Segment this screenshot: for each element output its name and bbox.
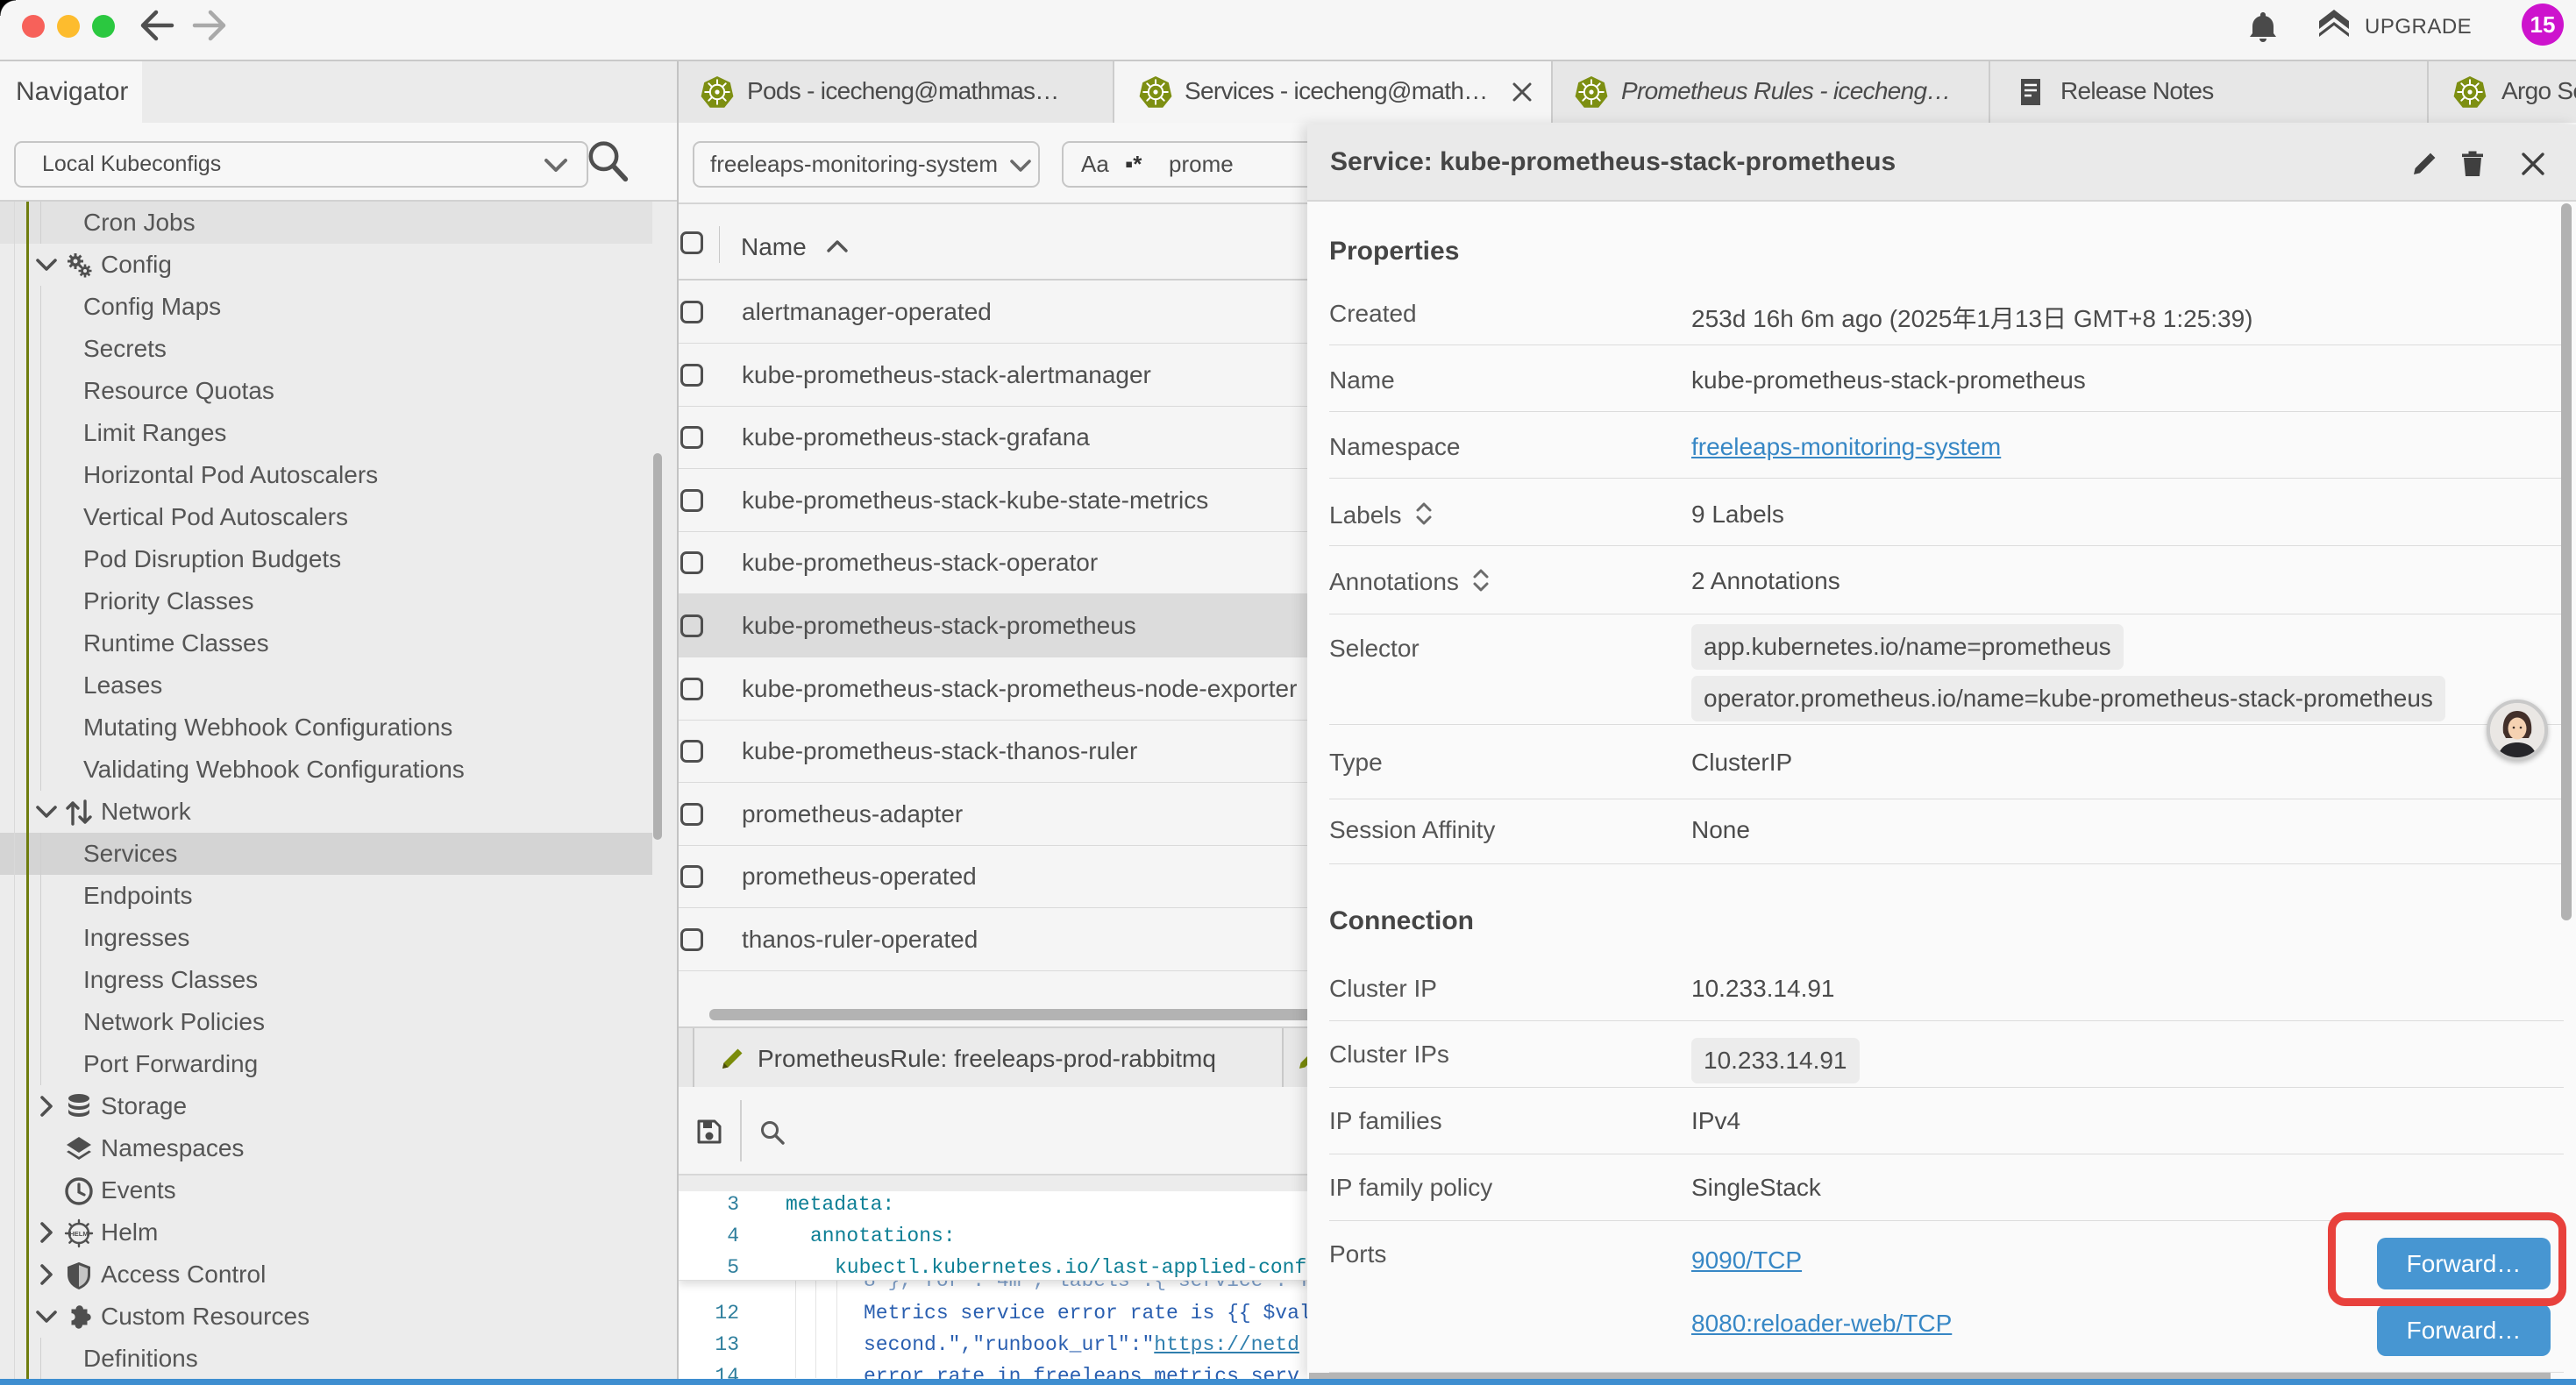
svg-text:HELM: HELM bbox=[69, 1230, 88, 1238]
